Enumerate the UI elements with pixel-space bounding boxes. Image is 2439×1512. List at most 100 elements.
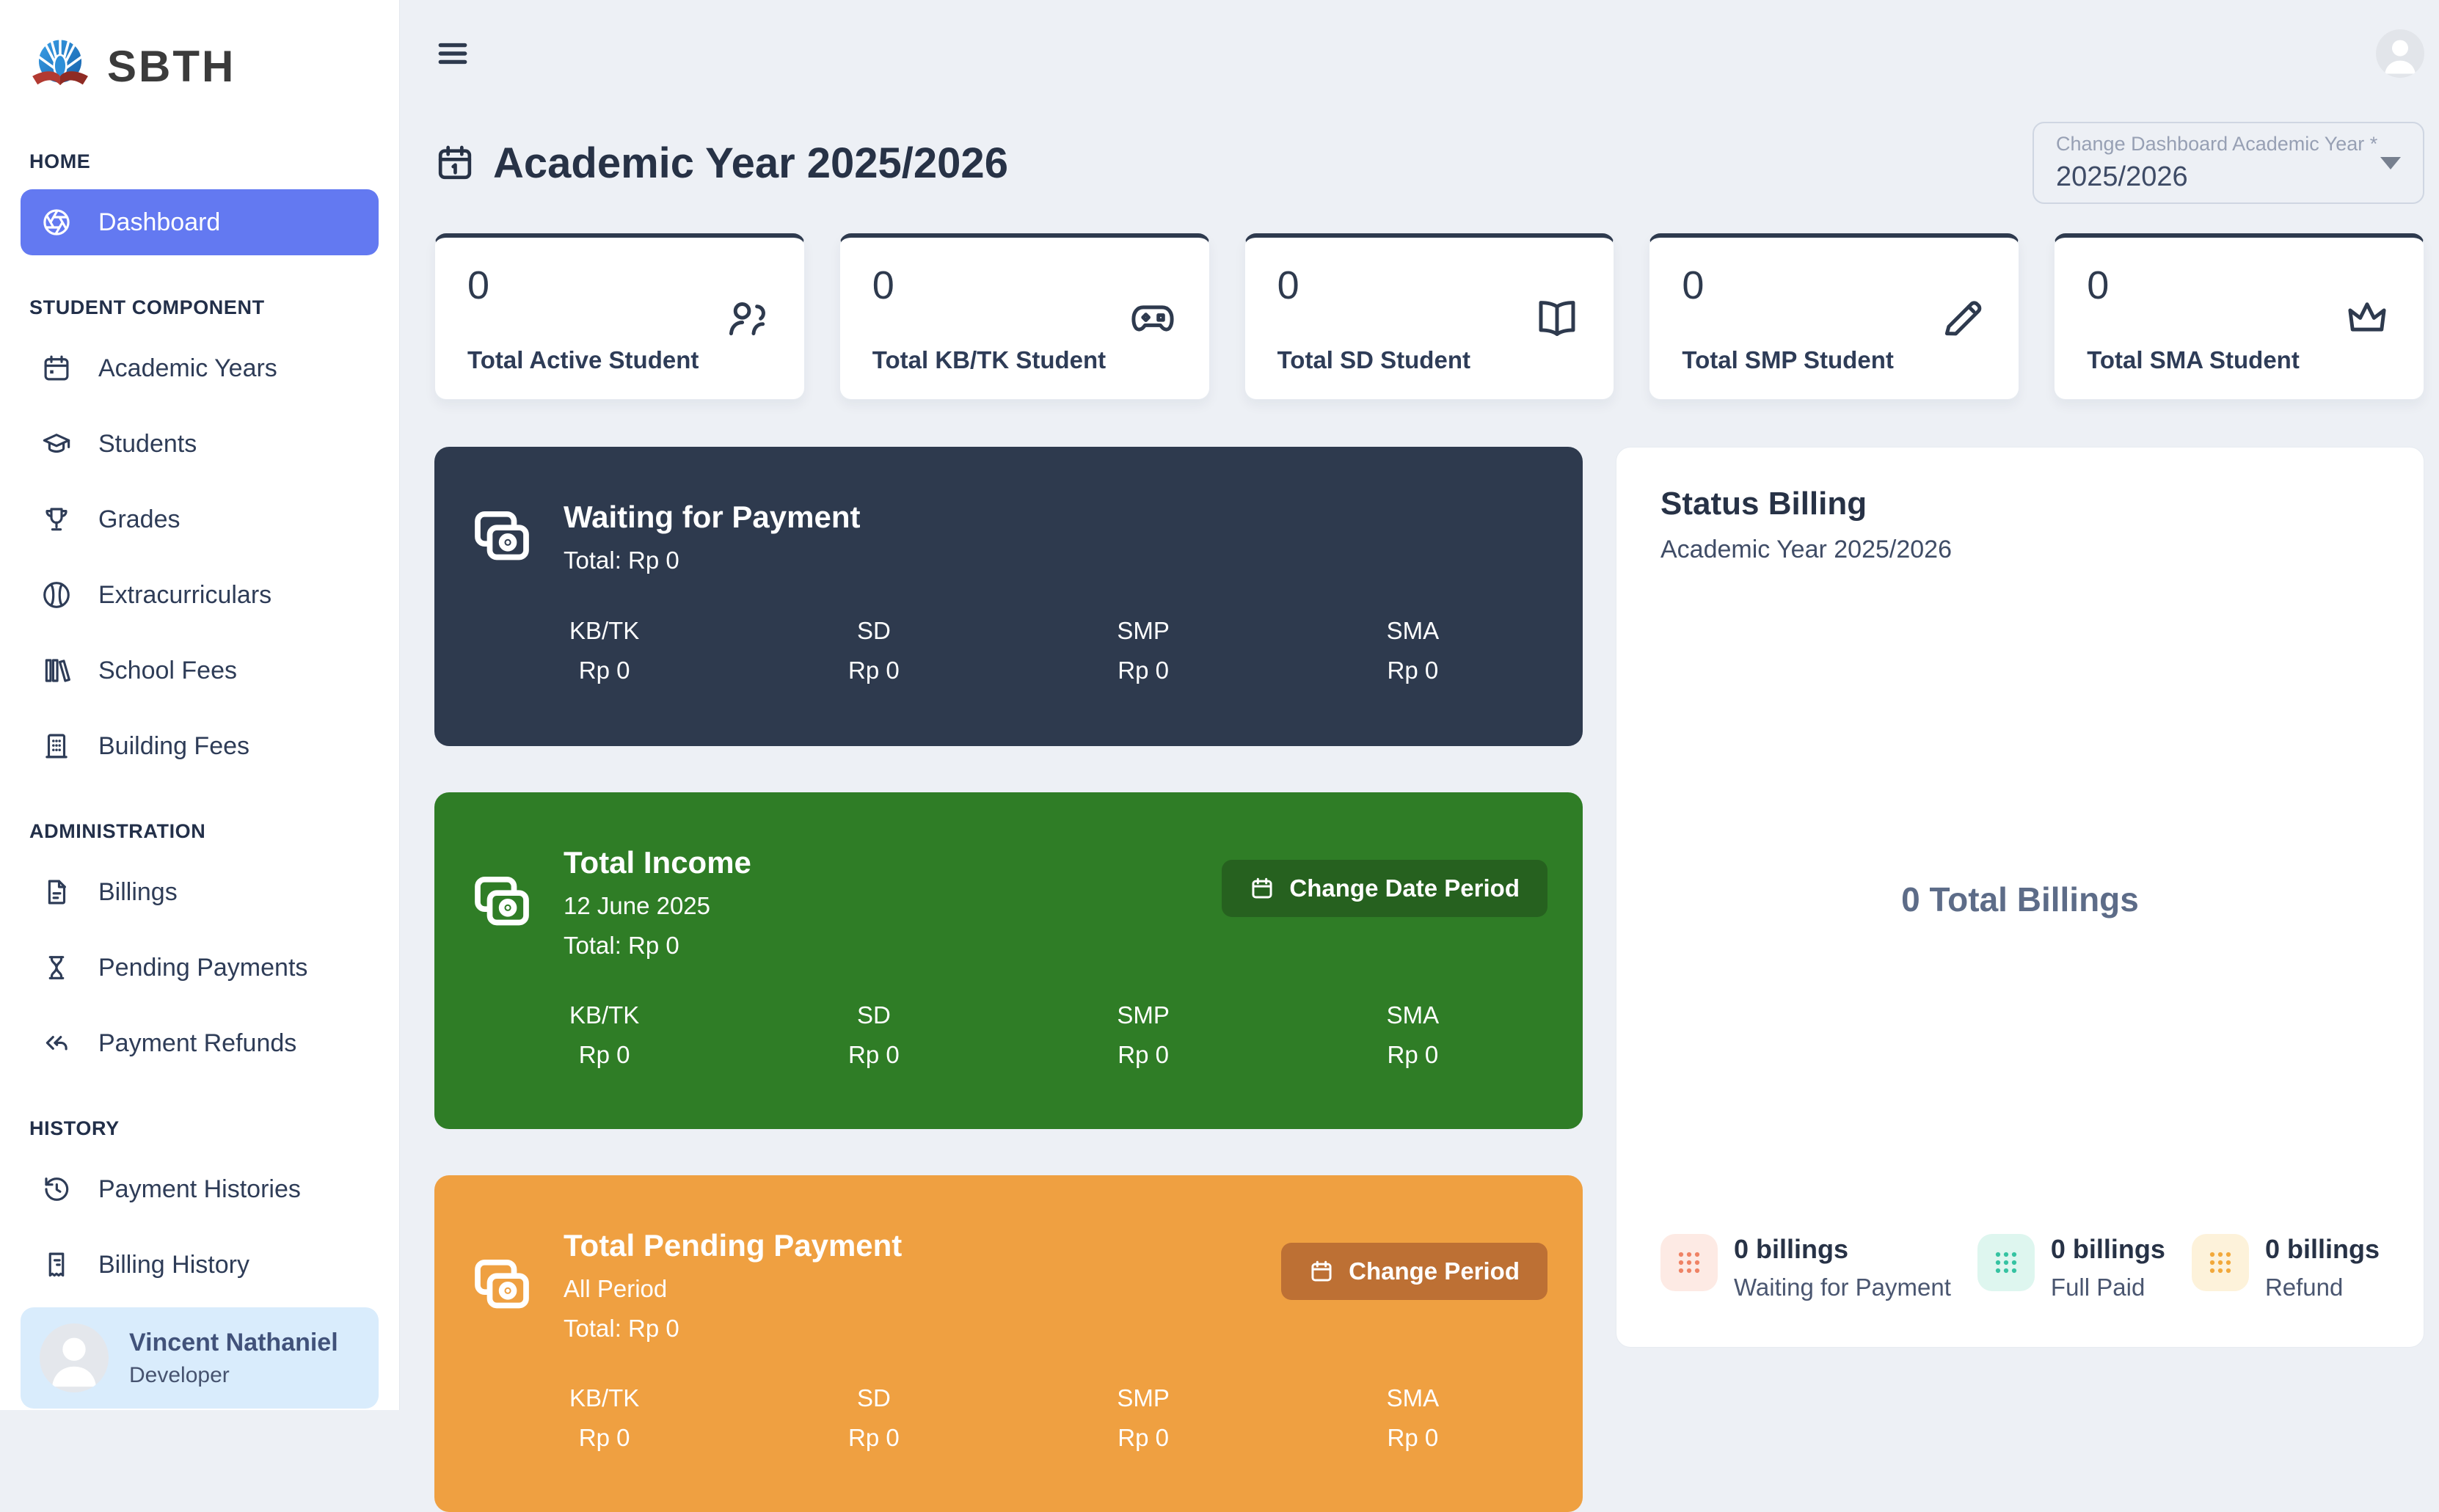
card-total: Total: Rp 0	[564, 932, 751, 960]
main-content: Academic Year 2025/2026 Change Dashboard…	[400, 0, 2439, 1410]
sidebar-nav: HOME Dashboard STUDENT COMPONENT Academi…	[21, 150, 379, 1307]
stat-card-kbtk-student: 0 Total KB/TK Student	[839, 233, 1210, 400]
sidebar-item-students[interactable]: Students	[21, 411, 379, 477]
card-title: Waiting for Payment	[564, 500, 860, 535]
user-card[interactable]: Vincent Nathaniel Developer	[21, 1307, 379, 1409]
money-icon	[470, 505, 534, 569]
level-label: KB/TK	[470, 1384, 739, 1412]
gamepad-icon	[1129, 294, 1177, 343]
sidebar-item-label: Pending Payments	[98, 954, 307, 982]
stat-value: 0	[467, 263, 699, 308]
sidebar-item-pending-payments[interactable]: Pending Payments	[21, 935, 379, 1001]
page-header: Academic Year 2025/2026 Change Dashboard…	[434, 122, 2424, 204]
sidebar-item-label: School Fees	[98, 657, 237, 685]
page-title: Academic Year 2025/2026	[434, 139, 1008, 188]
level-value: Rp 0	[739, 1424, 1008, 1452]
money-icon	[470, 1253, 534, 1318]
graduation-cap-icon	[41, 428, 72, 459]
content-grid: Waiting for Payment Total: Rp 0 KB/TKRp …	[434, 447, 2424, 1512]
card-date: 12 June 2025	[564, 892, 751, 920]
change-date-period-button[interactable]: Change Date Period	[1222, 860, 1547, 917]
select-label: Change Dashboard Academic Year *	[2056, 133, 2377, 156]
stat-value: 0	[1277, 263, 1470, 308]
crown-icon	[2343, 294, 2391, 343]
select-value: 2025/2026	[2056, 161, 2377, 193]
legend-count: 0 billings	[2051, 1234, 2165, 1265]
stats-row: 0 Total Active Student 0 Total KB/TK Stu…	[434, 233, 2424, 400]
sidebar-item-label: Academic Years	[98, 354, 277, 383]
topbar	[434, 29, 2424, 78]
sidebar-item-label: Payment Histories	[98, 1175, 301, 1204]
payment-cards-column: Waiting for Payment Total: Rp 0 KB/TKRp …	[434, 447, 1583, 1512]
stat-value: 0	[1682, 263, 1893, 308]
sidebar-item-building-fees[interactable]: Building Fees	[21, 713, 379, 779]
school-logo-icon	[28, 29, 92, 103]
calendar-icon	[434, 142, 475, 183]
stat-card-active-student: 0 Total Active Student	[434, 233, 805, 400]
sidebar-item-payment-histories[interactable]: Payment Histories	[21, 1156, 379, 1222]
level-label: SMP	[1009, 1001, 1278, 1029]
stat-label: Total SMP Student	[1682, 346, 1893, 374]
level-label: KB/TK	[470, 617, 739, 645]
legend-full-paid: 0 billings Full Paid	[1977, 1234, 2165, 1301]
sidebar-item-billing-history[interactable]: Billing History	[21, 1232, 379, 1298]
legend-count: 0 billings	[1734, 1234, 1951, 1265]
status-billing-title: Status Billing	[1660, 486, 2380, 522]
chevron-down-icon	[2380, 157, 2401, 169]
sidebar-item-billings[interactable]: Billings	[21, 859, 379, 925]
level-label: SMP	[1009, 1384, 1278, 1412]
books-icon	[41, 655, 72, 686]
legend-label: Full Paid	[2051, 1274, 2165, 1301]
card-title: Total Income	[564, 845, 751, 880]
document-icon	[41, 877, 72, 907]
legend-count: 0 billings	[2265, 1234, 2380, 1265]
level-label: SD	[739, 1384, 1008, 1412]
profile-avatar-button[interactable]	[2376, 29, 2424, 78]
sidebar-item-label: Building Fees	[98, 732, 249, 761]
level-value: Rp 0	[1278, 1041, 1547, 1069]
calendar-icon	[1309, 1259, 1334, 1284]
sidebar-item-school-fees[interactable]: School Fees	[21, 638, 379, 704]
stat-label: Total SMA Student	[2087, 346, 2300, 374]
open-book-icon	[1533, 294, 1581, 343]
sidebar-item-label: Dashboard	[98, 208, 220, 237]
refund-back-icon	[41, 1028, 72, 1059]
level-label: SMA	[1278, 1001, 1547, 1029]
level-breakdown: KB/TKRp 0 SDRp 0 SMPRp 0 SMARp 0	[470, 1384, 1547, 1452]
total-income-card: Total Income 12 June 2025 Total: Rp 0 Ch…	[434, 792, 1583, 1129]
sidebar-item-payment-refunds[interactable]: Payment Refunds	[21, 1010, 379, 1076]
level-label: KB/TK	[470, 1001, 739, 1029]
level-value: Rp 0	[470, 1424, 739, 1452]
change-period-button[interactable]: Change Period	[1281, 1243, 1547, 1300]
card-title: Total Pending Payment	[564, 1228, 902, 1263]
sidebar-item-label: Billing History	[98, 1251, 249, 1279]
stat-card-smp-student: 0 Total SMP Student	[1649, 233, 2019, 400]
academic-year-select[interactable]: Change Dashboard Academic Year * 2025/20…	[2032, 122, 2424, 204]
brand-name: SBTH	[107, 41, 236, 92]
sidebar-item-extracurriculars[interactable]: Extracurriculars	[21, 562, 379, 628]
level-label: SD	[739, 1001, 1008, 1029]
card-period: All Period	[564, 1275, 902, 1303]
stat-label: Total Active Student	[467, 346, 699, 374]
calendar-icon	[1250, 876, 1275, 901]
stat-value: 0	[2087, 263, 2300, 308]
stat-label: Total SD Student	[1277, 346, 1470, 374]
dots-grid-icon	[1977, 1234, 2035, 1291]
user-avatar	[40, 1323, 109, 1392]
status-billing-subtitle: Academic Year 2025/2026	[1660, 536, 2380, 564]
sidebar-item-dashboard[interactable]: Dashboard	[21, 189, 379, 255]
sidebar-item-academic-years[interactable]: Academic Years	[21, 335, 379, 401]
trophy-icon	[41, 504, 72, 535]
sidebar-item-label: Extracurriculars	[98, 581, 271, 610]
level-label: SMA	[1278, 1384, 1547, 1412]
receipt-icon	[41, 1249, 72, 1280]
calendar-icon	[41, 353, 72, 384]
legend-waiting-for-payment: 0 billings Waiting for Payment	[1660, 1234, 1951, 1301]
section-label-administration: ADMINISTRATION	[29, 820, 370, 843]
level-value: Rp 0	[1009, 1424, 1278, 1452]
billing-status-legend: 0 billings Waiting for Payment 0 billing…	[1660, 1234, 2380, 1301]
sidebar-item-grades[interactable]: Grades	[21, 486, 379, 552]
aperture-icon	[41, 207, 72, 238]
legend-label: Waiting for Payment	[1734, 1274, 1951, 1301]
menu-toggle-button[interactable]	[434, 35, 471, 72]
